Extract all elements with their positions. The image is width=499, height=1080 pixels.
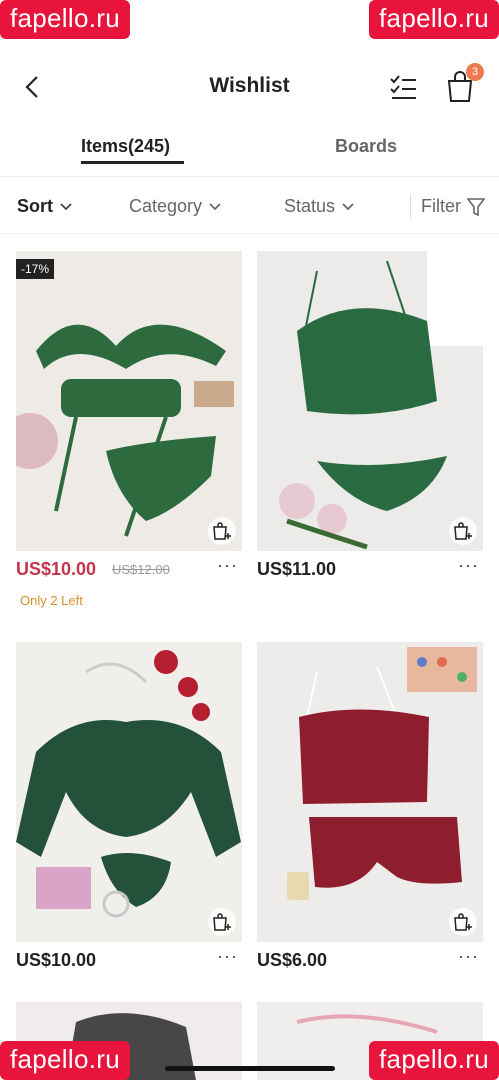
funnel-icon — [467, 197, 485, 216]
product-image[interactable] — [257, 251, 483, 551]
product-price: US$11.00 — [257, 559, 337, 579]
checklist-button[interactable] — [388, 72, 418, 102]
product-price: US$10.00 — [16, 559, 97, 579]
product-photo — [16, 642, 242, 942]
cart-add-icon — [213, 913, 231, 931]
sort-dropdown[interactable]: Sort — [17, 196, 73, 217]
product-image[interactable] — [257, 642, 483, 942]
category-label: Category — [129, 196, 203, 216]
filter-divider — [410, 194, 411, 218]
watermark-bottom-left: fapello.ru — [0, 1041, 130, 1080]
add-to-cart-button[interactable] — [208, 517, 236, 545]
product-image[interactable]: -17% — [16, 251, 242, 551]
watermark-top-left: fapello.ru — [0, 0, 130, 39]
back-button[interactable] — [18, 72, 48, 102]
add-to-cart-button[interactable] — [449, 517, 477, 545]
status-dropdown[interactable]: Status — [284, 196, 355, 217]
tab-boards[interactable]: Boards — [335, 136, 397, 157]
filter-label: Filter — [421, 196, 461, 216]
page-title: Wishlist — [209, 74, 290, 97]
discount-badge: -17% — [16, 259, 55, 279]
status-label: Status — [284, 196, 336, 216]
product-photo — [257, 251, 483, 551]
chevron-down-icon — [209, 202, 221, 210]
category-dropdown[interactable]: Category — [129, 196, 222, 217]
cart-add-icon — [454, 913, 472, 931]
more-options-button[interactable]: ··· — [217, 946, 238, 967]
add-to-cart-button[interactable] — [208, 908, 236, 936]
cart-add-icon — [454, 522, 472, 540]
product-price: US$10.00 — [16, 950, 97, 970]
home-indicator — [165, 1066, 335, 1071]
chevron-down-icon — [342, 202, 354, 210]
product-price: US$6.00 — [257, 950, 328, 970]
product-photo — [257, 642, 483, 942]
wishlist-tabs: Items(245) Boards — [0, 130, 499, 174]
tab-active-indicator — [81, 161, 184, 164]
top-header: Wishlist 3 — [0, 58, 499, 118]
cart-count-badge: 3 — [466, 63, 484, 81]
more-options-button[interactable]: ··· — [458, 946, 479, 967]
chevron-down-icon — [60, 202, 72, 210]
filter-bar: Sort Category Status Filter — [0, 176, 499, 234]
product-photo — [16, 251, 242, 551]
cart-add-icon — [213, 522, 231, 540]
sort-label: Sort — [17, 196, 53, 216]
checklist-icon — [390, 75, 416, 99]
watermark-bottom-right: fapello.ru — [369, 1041, 499, 1080]
watermark-top-right: fapello.ru — [369, 0, 499, 39]
more-options-button[interactable]: ··· — [458, 555, 479, 576]
original-price: US$12.00 — [112, 562, 170, 577]
tab-items[interactable]: Items(245) — [81, 136, 170, 157]
product-image[interactable] — [16, 642, 242, 942]
more-options-button[interactable]: ··· — [217, 555, 238, 576]
filter-button[interactable]: Filter — [421, 196, 485, 217]
add-to-cart-button[interactable] — [449, 908, 477, 936]
back-arrow-icon — [25, 76, 38, 98]
stock-note: Only 2 Left — [20, 593, 83, 608]
